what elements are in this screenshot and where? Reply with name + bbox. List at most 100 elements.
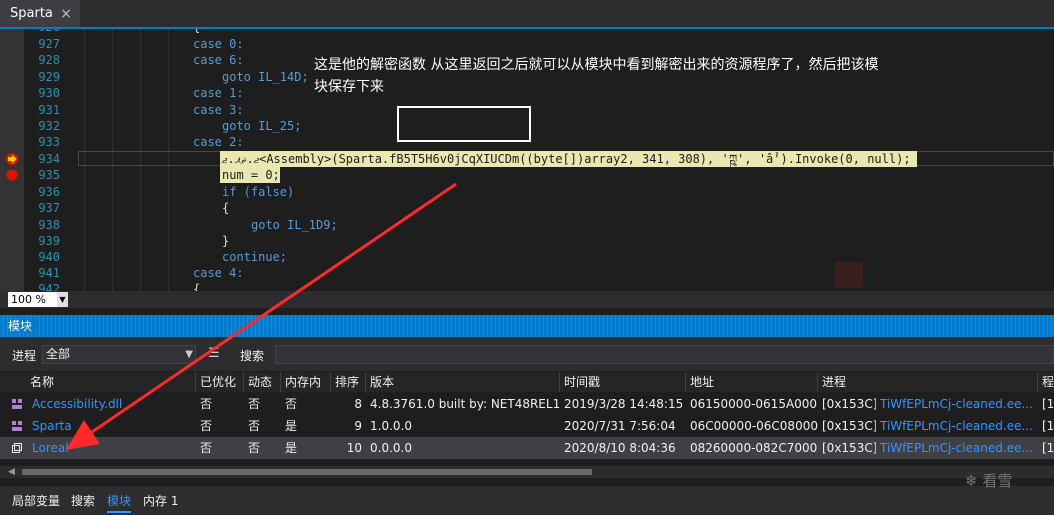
- cell-truncated: [1: [1042, 441, 1054, 455]
- cell-optimized: 否: [200, 397, 213, 411]
- chevron-down-icon[interactable]: ▼: [57, 292, 68, 307]
- cell-dynamic: 否: [248, 419, 261, 433]
- cell-address: 06150000-0615A000: [690, 397, 818, 411]
- cell-order: 10: [346, 441, 362, 455]
- zoom-value: 100 %: [11, 293, 46, 306]
- column-header-inmemory[interactable]: 内存内: [281, 372, 331, 392]
- line-number: 941: [38, 266, 60, 280]
- cell-inmemory: 是: [285, 441, 298, 455]
- cell-version: 0.0.0.0: [370, 441, 412, 455]
- line-number: 938: [38, 218, 60, 232]
- watermark-logo: ❄ 看雪: [965, 472, 1013, 490]
- code-line: 937 {: [0, 200, 1054, 216]
- tab-sparta[interactable]: Sparta ×: [0, 0, 80, 27]
- cell-address: 06C00000-06C08000: [690, 419, 818, 433]
- code-text: continue;: [222, 250, 288, 264]
- cell-process-id: [0x153C]: [822, 441, 876, 455]
- chevron-down-icon[interactable]: ▼: [185, 346, 193, 363]
- breakpoint-current-icon[interactable]: [5, 152, 19, 166]
- memory-module-icon: [12, 443, 22, 453]
- code-text: {: [222, 201, 230, 215]
- column-header-timestamp[interactable]: 时间戳: [560, 372, 686, 392]
- table-row[interactable]: Sparta 否 否 是 9 1.0.0.0 2020/7/31 7:56:04…: [0, 415, 1054, 437]
- cell-truncated: [1: [1042, 419, 1054, 433]
- line-number: 931: [38, 103, 60, 117]
- line-number: 932: [38, 119, 60, 133]
- tab-memory-1[interactable]: 内存 1: [143, 492, 178, 509]
- process-select-value: 全部: [46, 347, 71, 361]
- code-text: case 1:: [193, 86, 244, 100]
- bottom-tool-tabs: 局部变量 搜索 模块 内存 1: [0, 486, 1054, 515]
- cell-timestamp: 2020/8/10 8:04:36: [564, 441, 676, 455]
- column-header-optimized[interactable]: 已优化: [196, 372, 244, 392]
- horizontal-scrollbar[interactable]: ◀: [0, 466, 1054, 478]
- line-number: 927: [38, 37, 60, 51]
- code-line: 940 continue;: [0, 249, 1054, 265]
- find-icon[interactable]: [835, 262, 863, 288]
- code-text: }: [222, 234, 230, 248]
- column-header-dynamic[interactable]: 动态: [244, 372, 281, 392]
- cell-process-name: TiWfEPLmCj-cleaned.ee...: [880, 441, 1033, 455]
- code-line: 935 num = 0;: [0, 167, 1054, 183]
- cell-process-id: [0x153C]: [822, 419, 876, 433]
- code-text: case 0:: [193, 37, 244, 51]
- line-number: 929: [38, 70, 60, 84]
- line-number: 939: [38, 234, 60, 248]
- cell-order: 8: [354, 397, 362, 411]
- cell-optimized: 否: [200, 419, 213, 433]
- table-row[interactable]: Accessibility.dll 否 否 否 8 4.8.3761.0 bui…: [0, 393, 1054, 415]
- line-number: 942: [38, 282, 60, 291]
- breakpoint-icon[interactable]: [6, 169, 18, 181]
- cell-name: Accessibility.dll: [32, 397, 123, 411]
- process-select[interactable]: 全部 ▼: [42, 345, 196, 364]
- code-text: goto IL_25;: [222, 119, 302, 133]
- filter-icon[interactable]: ☰: [208, 346, 220, 361]
- code-text: case 4:: [193, 266, 244, 280]
- column-header-version[interactable]: 版本: [366, 372, 560, 392]
- annotation-highlight-box: [397, 106, 531, 142]
- table-row-selected[interactable]: Loreal 否 否 是 10 0.0.0.0 2020/8/10 8:04:3…: [0, 437, 1054, 459]
- tab-locals[interactable]: 局部变量: [12, 492, 60, 509]
- code-text: case 2:: [193, 135, 244, 149]
- module-icon: [12, 421, 22, 431]
- code-text: goto IL_1D9;: [251, 218, 338, 232]
- modules-table-header: 名称 已优化 动态 内存内 排序 版本 时间戳 地址 进程 程: [0, 372, 1054, 392]
- code-line: 927 case 0:: [0, 36, 1054, 52]
- panel-title-text: 模块: [8, 319, 39, 333]
- search-input[interactable]: [275, 345, 1054, 364]
- code-text: if (false): [222, 185, 295, 199]
- tab-title: Sparta: [10, 6, 53, 21]
- code-line: 942 {: [0, 281, 1054, 291]
- annotation-text: 这是他的解密函数 从这里返回之后就可以从模块中看到解密出来的资源程序了，然后把该…: [314, 54, 994, 98]
- close-icon[interactable]: ×: [60, 6, 72, 22]
- line-number: 933: [38, 135, 60, 149]
- cell-order: 9: [354, 419, 362, 433]
- cell-dynamic: 否: [248, 397, 261, 411]
- column-header-address[interactable]: 地址: [686, 372, 818, 392]
- cell-process-id: [0x153C]: [822, 397, 876, 411]
- cell-name: Sparta: [32, 419, 72, 433]
- column-header-name[interactable]: 名称: [0, 372, 196, 392]
- code-line: 941 case 4:: [0, 265, 1054, 281]
- code-text: {: [193, 282, 201, 291]
- cell-timestamp: 2019/3/28 14:48:15: [564, 397, 684, 411]
- column-header-order[interactable]: 排序: [331, 372, 366, 392]
- code-text: num = 0;: [222, 168, 280, 182]
- annotation-line-2: 块保存下来: [314, 79, 384, 95]
- line-number: 937: [38, 201, 60, 215]
- tab-modules[interactable]: 模块: [107, 492, 132, 513]
- scrollbar-thumb[interactable]: [22, 469, 592, 475]
- line-number: 928: [38, 53, 60, 67]
- cell-optimized: 否: [200, 441, 213, 455]
- code-line: 926 {: [0, 29, 1054, 35]
- code-text: case 6:: [193, 53, 244, 67]
- line-number: 940: [38, 250, 60, 264]
- scroll-left-icon[interactable]: ◀: [8, 466, 15, 478]
- cell-dynamic: 否: [248, 441, 261, 455]
- zoom-select[interactable]: 100 % ▼: [8, 292, 68, 307]
- column-header-process[interactable]: 进程: [818, 372, 1038, 392]
- column-header-truncated[interactable]: 程: [1038, 372, 1054, 392]
- code-line: 936 if (false): [0, 184, 1054, 200]
- cell-inmemory: 否: [285, 397, 298, 411]
- tab-search[interactable]: 搜索: [71, 492, 95, 509]
